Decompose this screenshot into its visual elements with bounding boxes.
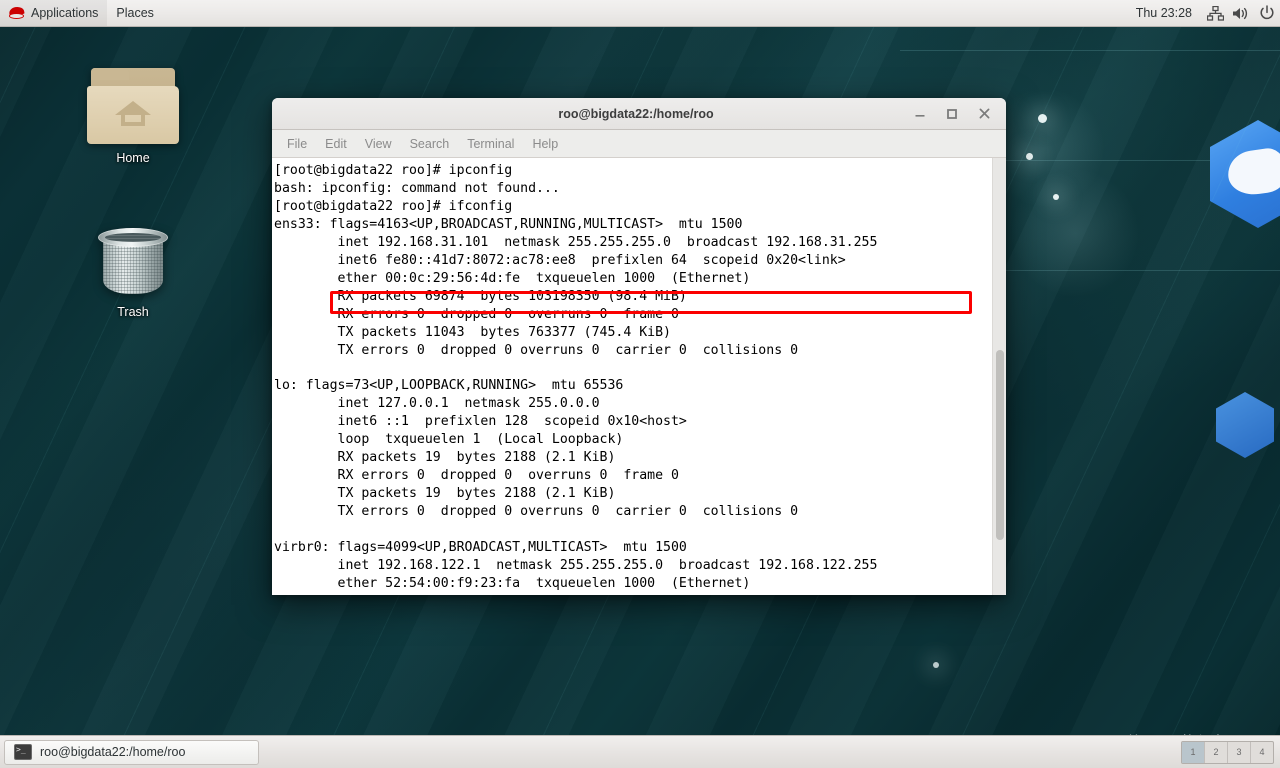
home-folder-icon <box>87 68 179 146</box>
places-menu[interactable]: Places <box>107 0 163 26</box>
minimize-icon[interactable] <box>904 99 936 129</box>
wallpaper-dot <box>1053 194 1059 200</box>
applications-menu[interactable]: Applications <box>0 0 108 26</box>
wallpaper-dot <box>933 662 939 668</box>
taskbar-window-button[interactable]: roo@bigdata22:/home/roo <box>4 739 259 765</box>
desktop-icon-home[interactable]: Home <box>78 68 188 166</box>
centos-hex-logo-small-icon <box>1216 392 1274 458</box>
top-panel: Applications Places Thu 23:28 <box>0 0 1280 27</box>
clock[interactable]: Thu 23:28 <box>1126 6 1202 20</box>
window-controls <box>904 99 1006 129</box>
desktop-icon-trash[interactable]: Trash <box>78 224 188 320</box>
centos-hex-logo-icon <box>1210 120 1280 228</box>
menu-terminal[interactable]: Terminal <box>458 134 523 154</box>
desktop-screen: Applications Places Thu 23:28 Home Trash… <box>0 0 1280 768</box>
terminal-icon <box>14 743 32 760</box>
terminal-title-bar[interactable]: roo@bigdata22:/home/roo <box>272 98 1006 130</box>
volume-icon[interactable] <box>1228 0 1254 26</box>
menu-edit[interactable]: Edit <box>316 134 356 154</box>
terminal-body[interactable]: [root@bigdata22 roo]# ipconfig bash: ipc… <box>272 158 1006 595</box>
workspace-1[interactable]: 1 <box>1182 741 1205 763</box>
desktop-icon-label: Home <box>116 151 150 165</box>
workspace-3[interactable]: 3 <box>1228 741 1251 763</box>
terminal-scrollbar[interactable] <box>992 158 1006 595</box>
power-icon[interactable] <box>1254 0 1280 26</box>
bottom-panel: roo@bigdata22:/home/roo 1 2 3 4 <box>0 735 1280 768</box>
taskbar-window-label: roo@bigdata22:/home/roo <box>40 745 186 759</box>
trash-can-icon <box>96 224 170 300</box>
wallpaper-dot <box>1026 153 1033 160</box>
workspace-2[interactable]: 2 <box>1205 741 1228 763</box>
places-menu-label: Places <box>116 6 154 20</box>
menu-file[interactable]: File <box>278 134 316 154</box>
terminal-window: roo@bigdata22:/home/roo File Edit View S <box>272 98 1006 595</box>
terminal-menu-bar: File Edit View Search Terminal Help <box>272 130 1006 158</box>
applications-menu-label: Applications <box>31 6 99 20</box>
network-icon[interactable] <box>1202 0 1228 26</box>
terminal-output: [root@bigdata22 roo]# ipconfig bash: ipc… <box>274 163 878 591</box>
menu-help[interactable]: Help <box>523 134 567 154</box>
maximize-icon[interactable] <box>936 99 968 129</box>
workspace-switcher[interactable]: 1 2 3 4 <box>1181 740 1274 764</box>
close-icon[interactable] <box>968 99 1000 129</box>
desktop-icon-label: Trash <box>117 305 149 319</box>
wallpaper-dot <box>1038 114 1047 123</box>
menu-view[interactable]: View <box>356 134 401 154</box>
window-title: roo@bigdata22:/home/roo <box>558 106 714 121</box>
wallpaper-glow <box>1010 168 1140 298</box>
workspace-4[interactable]: 4 <box>1251 742 1273 763</box>
menu-search[interactable]: Search <box>401 134 459 154</box>
scrollbar-thumb[interactable] <box>996 350 1004 540</box>
redhat-logo-icon <box>8 5 25 20</box>
